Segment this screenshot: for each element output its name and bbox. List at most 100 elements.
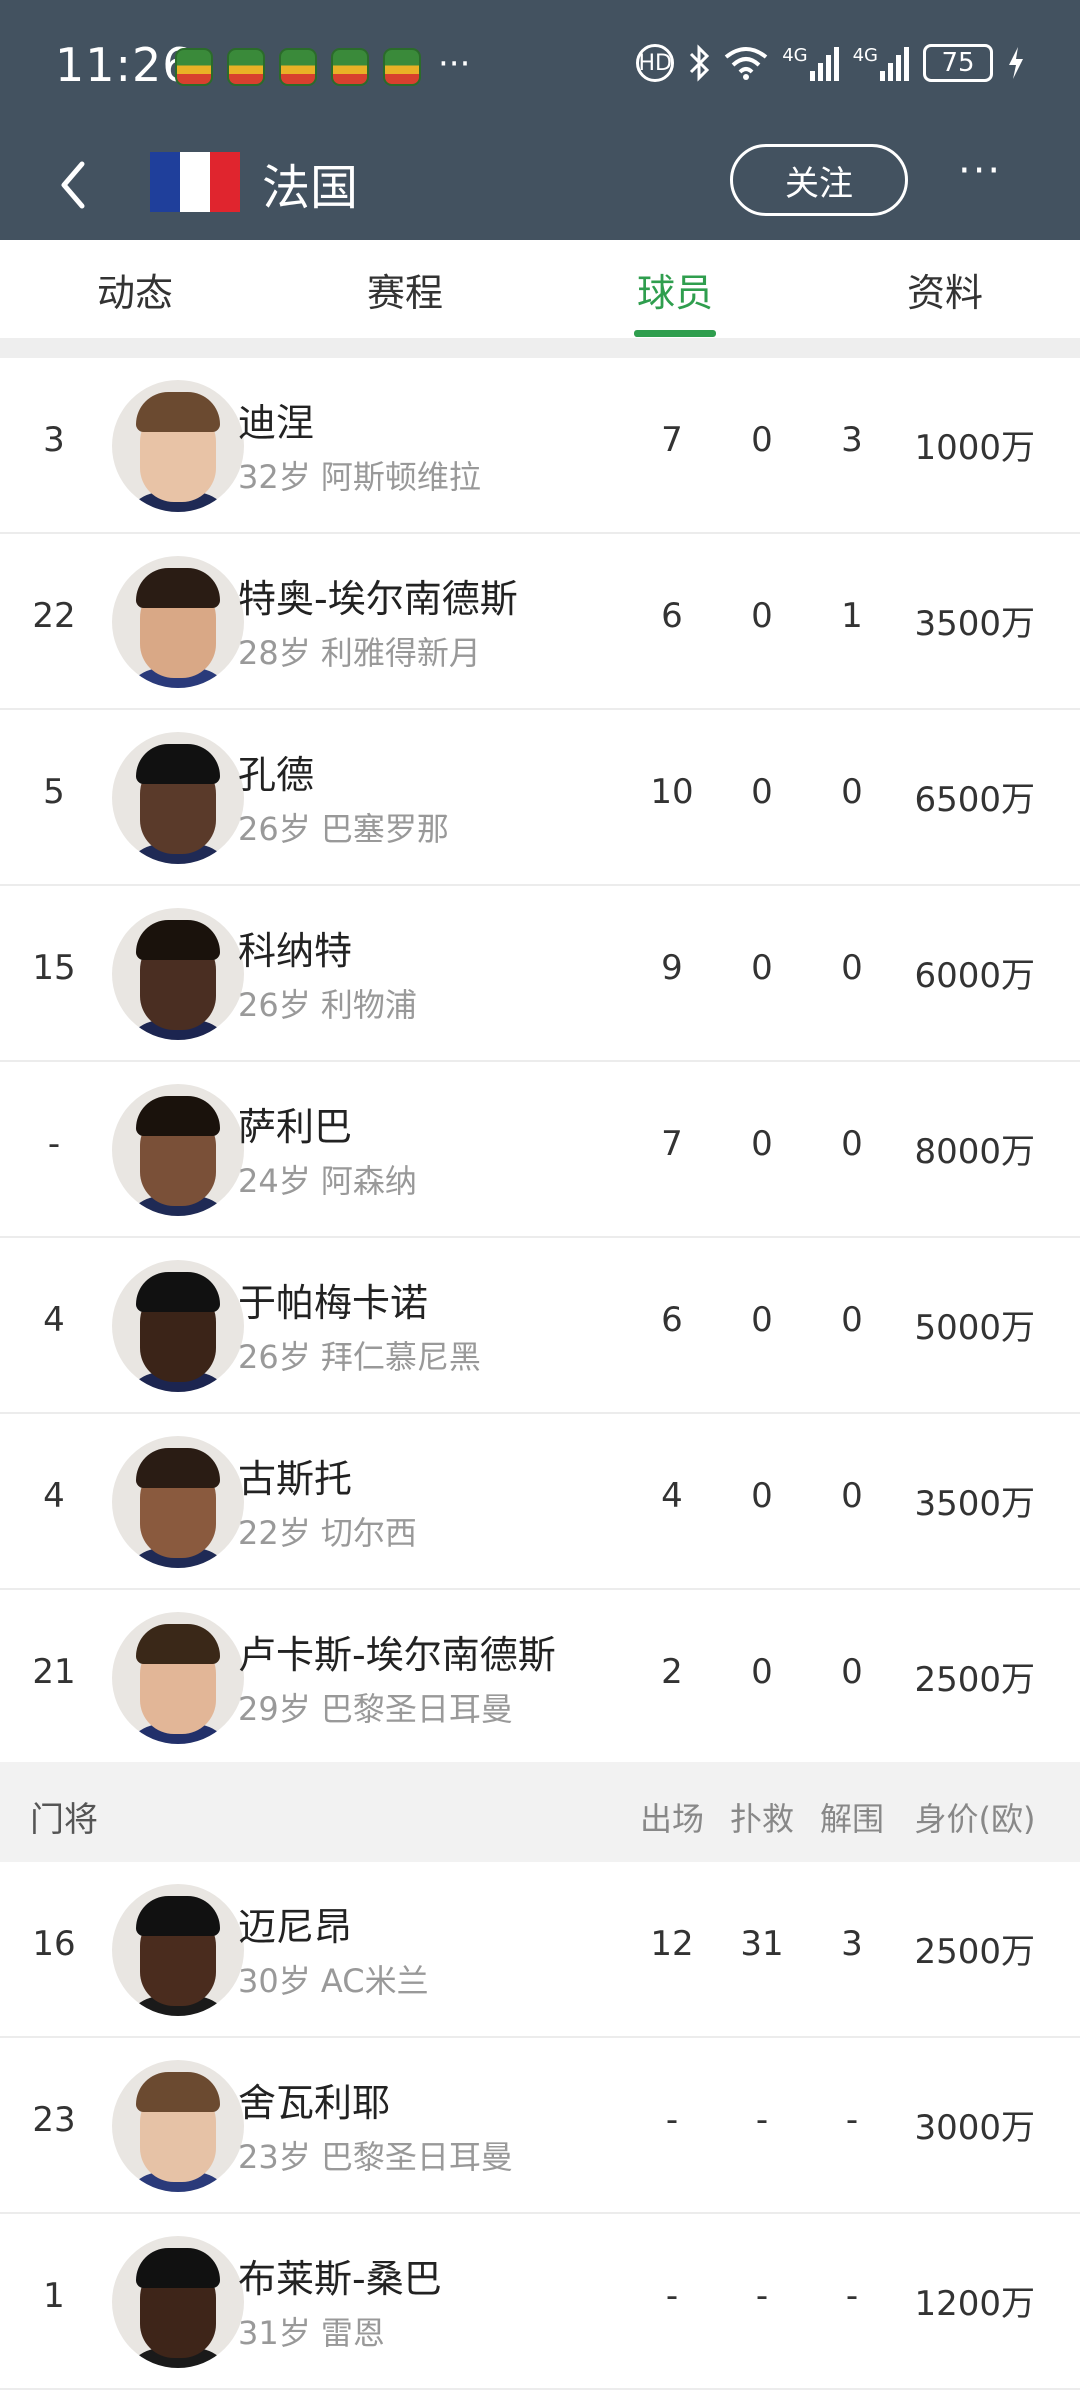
tab-schedule[interactable]: 赛程: [367, 262, 443, 317]
stat-3: 0: [841, 1300, 863, 1340]
tab-players[interactable]: 球员: [637, 262, 713, 317]
stat-2: 0: [751, 1476, 773, 1516]
app-notification-icon: [383, 48, 421, 86]
stat-2: 0: [751, 1124, 773, 1164]
player-row[interactable]: 21 卢卡斯-埃尔南德斯 29岁 巴黎圣日耳曼 2 0 0 2500万: [0, 1590, 1080, 1766]
player-name: 古斯托: [238, 1457, 353, 1501]
app-notification-icon: [279, 48, 317, 86]
system-icons: HD 4G 4G 75: [636, 44, 1025, 82]
market-value: 3500万: [914, 604, 1035, 644]
signal-1-icon: 4G: [782, 45, 839, 81]
market-value: 1000万: [914, 428, 1035, 468]
notification-icons: [175, 48, 421, 86]
jersey-number: 3: [43, 420, 65, 460]
active-tab-indicator: [634, 330, 716, 337]
market-value: 2500万: [914, 1932, 1035, 1972]
stat-1: 7: [661, 420, 683, 460]
column-appearances: 出场: [639, 1800, 705, 1838]
jersey-number: 1: [43, 2276, 65, 2316]
player-avatar: [112, 556, 244, 688]
market-value: 6000万: [914, 956, 1035, 996]
market-value: 5000万: [914, 1308, 1035, 1348]
player-row[interactable]: 16 迈尼昂 30岁 AC米兰 12 31 3 2500万: [0, 1862, 1080, 2038]
wifi-icon: [724, 47, 768, 80]
market-value: 3000万: [914, 2108, 1035, 2148]
market-value: 1200万: [914, 2284, 1035, 2324]
stat-2: 0: [751, 1652, 773, 1692]
player-age-club: 28岁 利雅得新月: [238, 634, 481, 672]
jersey-number: 15: [32, 948, 76, 988]
stat-3: 0: [841, 1124, 863, 1164]
follow-button[interactable]: 关注: [730, 144, 908, 216]
player-avatar: [112, 1260, 244, 1392]
player-age-club: 26岁 利物浦: [238, 986, 417, 1024]
more-options-icon[interactable]: ···: [958, 148, 1002, 194]
stat-2: -: [755, 2100, 769, 2140]
stat-1: 2: [661, 1652, 683, 1692]
player-name: 迈尼昂: [238, 1905, 353, 1949]
stat-2: 0: [751, 948, 773, 988]
jersey-number: 23: [32, 2100, 76, 2140]
france-flag-icon: [150, 152, 240, 212]
hd-icon: HD: [636, 44, 675, 82]
player-avatar: [112, 1436, 244, 1568]
section-title: 门将: [30, 1800, 98, 1840]
app-notification-icon: [331, 48, 369, 86]
page-title: 法国: [262, 160, 359, 216]
signal-2-icon: 4G: [853, 45, 909, 81]
player-avatar: [112, 1084, 244, 1216]
stat-3: -: [845, 2100, 859, 2140]
jersey-number: -: [47, 1124, 61, 1164]
player-avatar: [112, 1612, 244, 1744]
stat-3: 0: [841, 948, 863, 988]
player-avatar: [112, 908, 244, 1040]
player-row[interactable]: - 萨利巴 24岁 阿森纳 7 0 0 8000万: [0, 1062, 1080, 1238]
player-age-club: 30岁 AC米兰: [238, 1962, 429, 2000]
market-value: 3500万: [914, 1484, 1035, 1524]
player-name: 特奥-埃尔南德斯: [238, 577, 518, 621]
stat-2: 0: [751, 1300, 773, 1340]
divider: [0, 338, 1080, 358]
stat-2: 0: [751, 772, 773, 812]
stat-1: 4: [661, 1476, 683, 1516]
nav-bar: 法国 关注 ···: [0, 130, 1080, 240]
player-row[interactable]: 4 古斯托 22岁 切尔西 4 0 0 3500万: [0, 1414, 1080, 1590]
player-name: 科纳特: [238, 929, 353, 973]
market-value: 2500万: [914, 1660, 1035, 1700]
stat-3: -: [845, 2276, 859, 2316]
column-clearances: 解围: [819, 1800, 885, 1838]
battery-icon: 75: [923, 44, 993, 82]
jersey-number: 22: [32, 596, 76, 636]
player-row[interactable]: 22 特奥-埃尔南德斯 28岁 利雅得新月 6 0 1 3500万: [0, 534, 1080, 710]
back-arrow-icon[interactable]: [50, 150, 100, 220]
player-row[interactable]: 23 舍瓦利耶 23岁 巴黎圣日耳曼 - - - 3000万: [0, 2038, 1080, 2214]
player-age-club: 29岁 巴黎圣日耳曼: [238, 1690, 513, 1728]
player-row[interactable]: 1 布莱斯-桑巴 31岁 雷恩 - - - 1200万: [0, 2214, 1080, 2390]
player-avatar: [112, 2236, 244, 2368]
player-age-club: 26岁 拜仁慕尼黑: [238, 1338, 481, 1376]
stat-1: 6: [661, 1300, 683, 1340]
tab-info[interactable]: 资料: [907, 262, 983, 317]
stat-1: 12: [650, 1924, 694, 1964]
market-value: 8000万: [914, 1132, 1035, 1172]
stat-3: 3: [841, 1924, 863, 1964]
player-name: 孔德: [238, 753, 315, 797]
player-row[interactable]: 15 科纳特 26岁 利物浦 9 0 0 6000万: [0, 886, 1080, 1062]
stat-3: 1: [841, 596, 863, 636]
tab-news[interactable]: 动态: [97, 262, 173, 317]
stat-2: 31: [740, 1924, 784, 1964]
status-time: 11:26: [55, 38, 193, 92]
stat-1: 7: [661, 1124, 683, 1164]
player-age-club: 23岁 巴黎圣日耳曼: [238, 2138, 513, 2176]
player-avatar: [112, 2060, 244, 2192]
jersey-number: 4: [43, 1300, 65, 1340]
player-avatar: [112, 1884, 244, 2016]
jersey-number: 16: [32, 1924, 76, 1964]
stat-3: 0: [841, 772, 863, 812]
player-row[interactable]: 3 迪涅 32岁 阿斯顿维拉 7 0 3 1000万: [0, 358, 1080, 534]
jersey-number: 4: [43, 1476, 65, 1516]
player-row[interactable]: 4 于帕梅卡诺 26岁 拜仁慕尼黑 6 0 0 5000万: [0, 1238, 1080, 1414]
player-age-club: 24岁 阿森纳: [238, 1162, 417, 1200]
column-market-value: 身价(欧): [914, 1800, 1036, 1838]
player-row[interactable]: 5 孔德 26岁 巴塞罗那 10 0 0 6500万: [0, 710, 1080, 886]
